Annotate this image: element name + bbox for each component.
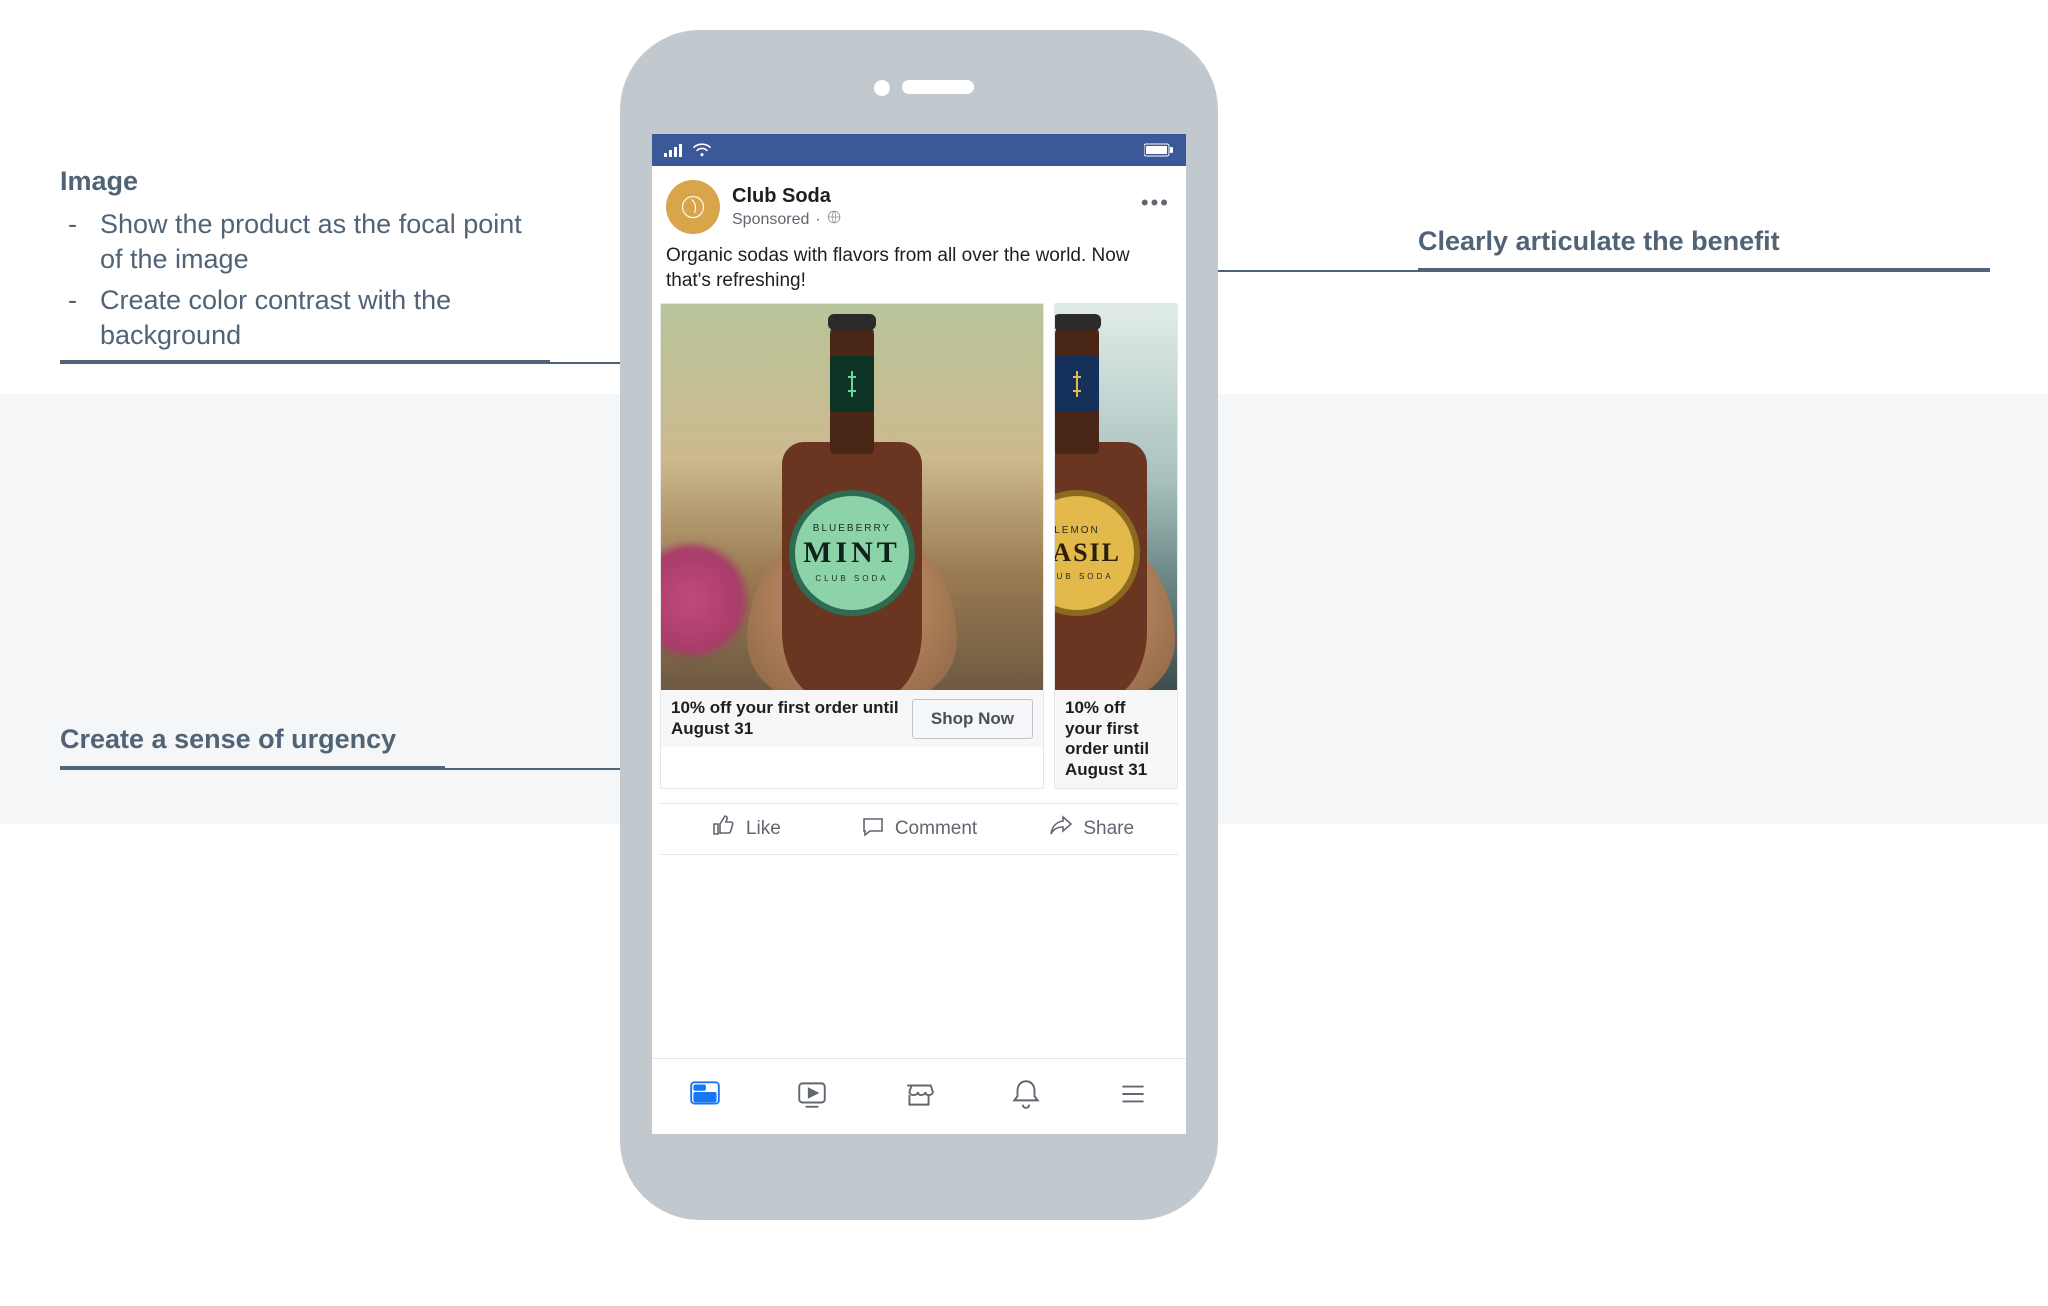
annotation-underline (1418, 268, 1990, 272)
like-button[interactable]: Like (660, 804, 833, 854)
carousel-card-image[interactable]: BLUEBERRY MINT CLUB SODA (661, 304, 1043, 690)
signal-icon (664, 143, 684, 157)
globe-icon (827, 210, 841, 229)
bottle-flavor-big: BASIL (1055, 538, 1121, 568)
like-icon (712, 814, 736, 844)
wifi-icon (692, 143, 712, 157)
annotation-underline (60, 360, 550, 364)
annotation-image-bullet: Create color contrast with the backgroun… (60, 283, 540, 353)
post-header: Club Soda Sponsored · ••• (652, 166, 1186, 242)
annotation-urgency: Create a sense of urgency (60, 724, 396, 765)
annotation-benefit: Clearly articulate the benefit (1418, 226, 1780, 267)
bottle-flavor-small: LEMON (1055, 525, 1100, 536)
share-button[interactable]: Share (1005, 804, 1178, 854)
carousel-card-1[interactable]: BLUEBERRY MINT CLUB SODA 10% off your fi… (660, 303, 1044, 789)
social-action-row: Like Comment Share (660, 803, 1178, 855)
more-options-icon[interactable]: ••• (1141, 190, 1170, 216)
carousel-headline: 10% off your first order until August 31 (1065, 698, 1167, 780)
annotation-image-title: Image (60, 166, 540, 197)
annotation-urgency-text: Create a sense of urgency (60, 724, 396, 755)
tab-notifications[interactable] (1009, 1077, 1043, 1116)
bottle-brand: CLUB SODA (1055, 572, 1114, 581)
shop-now-button[interactable]: Shop Now (912, 699, 1033, 739)
phone-screen: Club Soda Sponsored · ••• Organic sodas … (652, 134, 1186, 1134)
carousel-card-2[interactable]: LEMON BASIL CLUB SODA 10% off your first… (1054, 303, 1178, 789)
bottle-flavor-big: MINT (803, 536, 901, 570)
page-avatar[interactable] (666, 180, 720, 234)
ad-carousel[interactable]: BLUEBERRY MINT CLUB SODA 10% off your fi… (652, 303, 1186, 789)
page-name[interactable]: Club Soda (732, 185, 841, 208)
annotation-benefit-text: Clearly articulate the benefit (1418, 226, 1780, 257)
tab-feed[interactable] (688, 1077, 722, 1116)
battery-icon (1144, 143, 1174, 157)
comment-icon (861, 814, 885, 844)
annotation-image: Image Show the product as the focal poin… (60, 166, 540, 359)
comment-button[interactable]: Comment (833, 804, 1006, 854)
phone-frame: Club Soda Sponsored · ••• Organic sodas … (620, 30, 1218, 1220)
annotation-leader-line (1190, 270, 1418, 272)
carousel-card-image[interactable]: LEMON BASIL CLUB SODA (1055, 304, 1177, 690)
post-caption: Organic sodas with flavors from all over… (652, 242, 1186, 303)
status-bar (652, 134, 1186, 166)
sponsored-label: Sponsored · (732, 210, 841, 229)
bottle-brand: CLUB SODA (815, 574, 888, 583)
annotation-underline (60, 766, 445, 770)
carousel-headline: 10% off your first order until August 31 (671, 698, 912, 739)
tab-menu[interactable] (1116, 1077, 1150, 1116)
tab-watch[interactable] (795, 1077, 829, 1116)
bottom-tab-bar (652, 1058, 1186, 1134)
phone-camera-dot (874, 80, 890, 96)
bottle-flavor-small: BLUEBERRY (813, 523, 891, 534)
tab-marketplace[interactable] (902, 1077, 936, 1116)
annotation-image-bullet: Show the product as the focal point of t… (60, 207, 540, 277)
share-icon (1049, 814, 1073, 844)
phone-speaker (902, 80, 974, 94)
